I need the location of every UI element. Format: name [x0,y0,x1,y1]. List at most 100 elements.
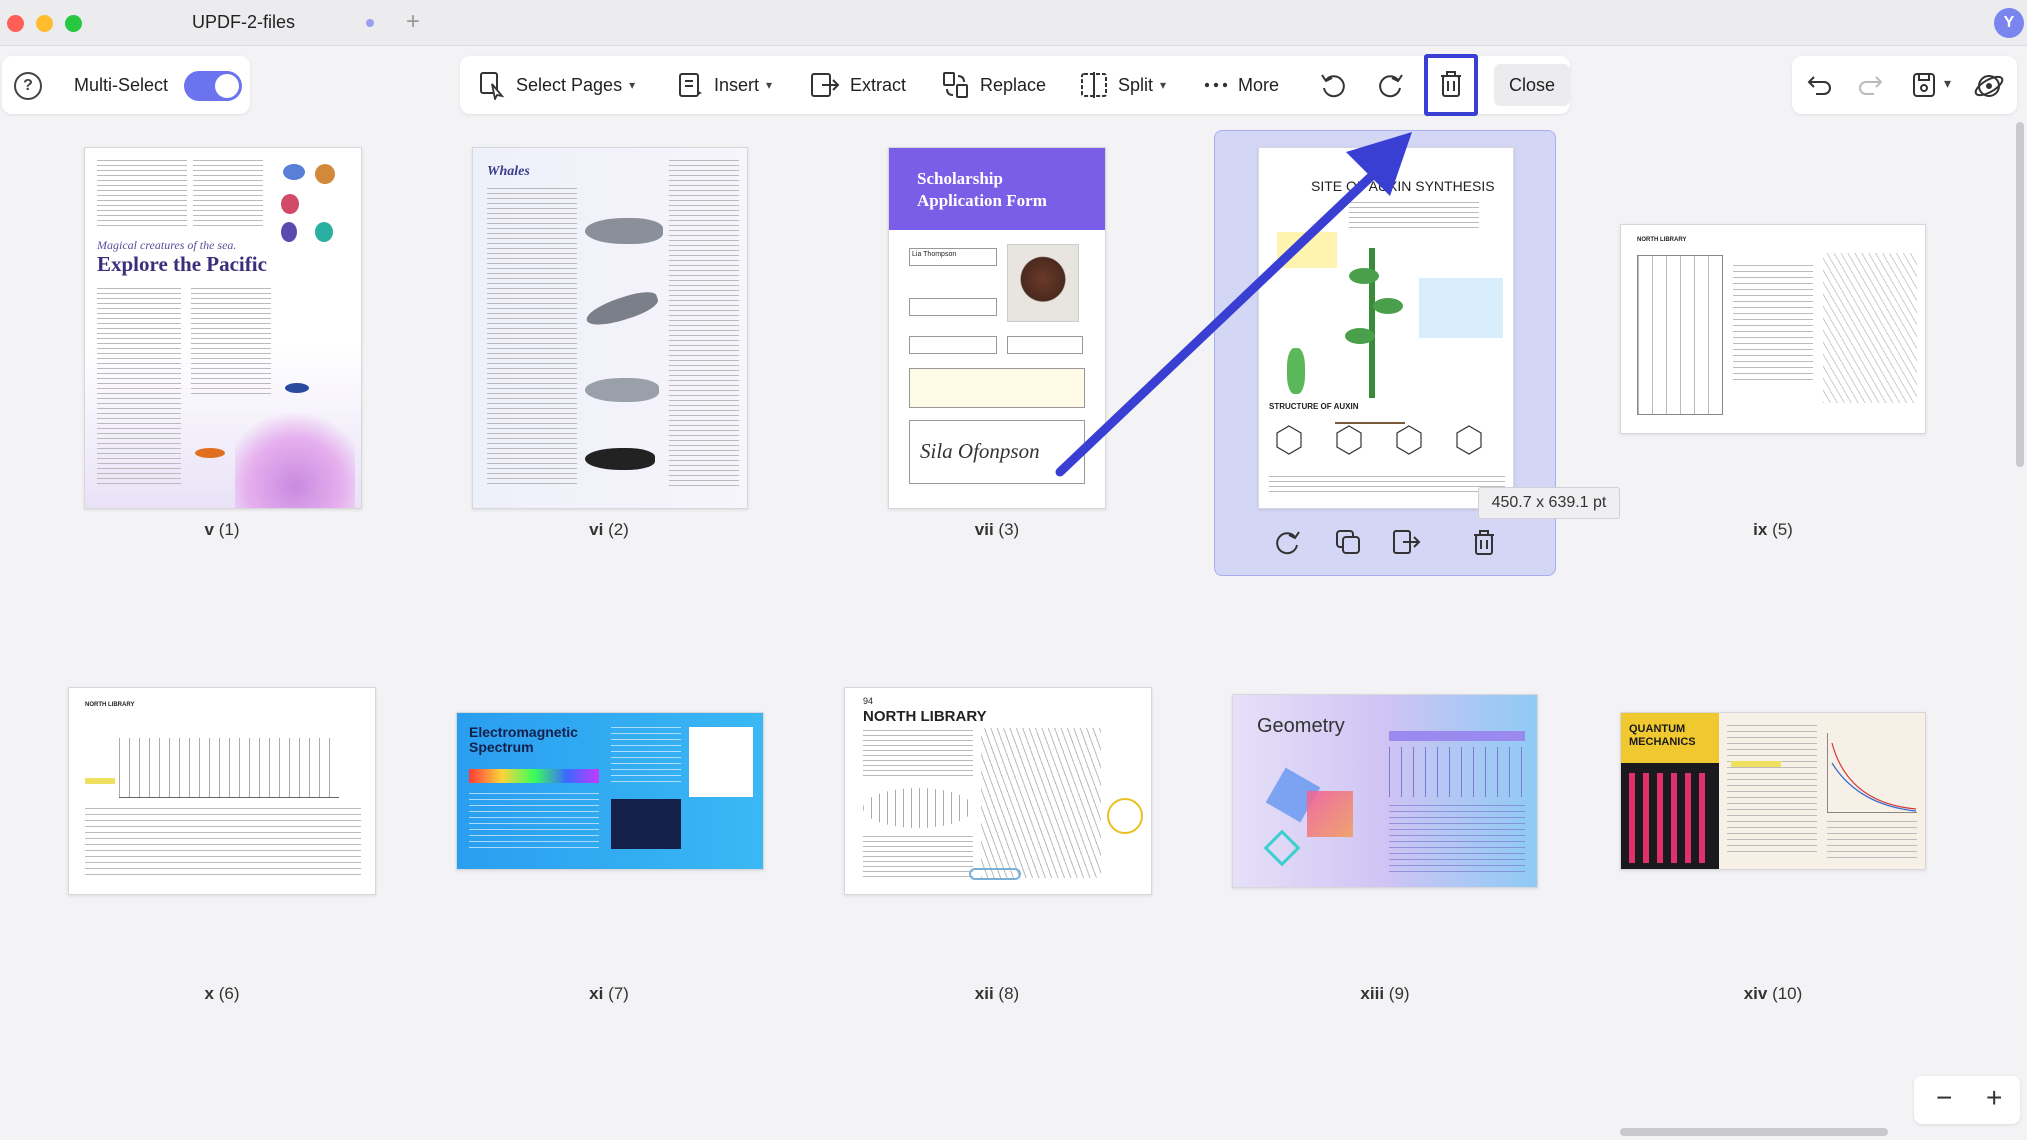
split-button[interactable]: Split ▾ [1080,56,1166,114]
page-number-label: ix (5) [1753,520,1793,539]
text-block [469,793,599,853]
rotate-right-button[interactable] [1376,56,1416,114]
page-heading: SITE OF AUXIN SYNTHESIS [1311,178,1495,194]
ai-assistant-icon[interactable] [1972,69,2006,103]
save-icon[interactable] [1910,70,1938,100]
page-thumbnail[interactable]: NORTH LIBRARY [68,687,376,895]
coral-illustration [275,164,345,244]
close-button[interactable]: Close [1494,64,1570,106]
form-field [909,336,997,354]
duplicate-page-icon[interactable] [1333,527,1363,557]
whale-illustration [583,287,661,331]
chart-graphic [689,727,753,797]
page-thumbnail[interactable]: Whales [472,147,748,509]
page-thumbnail[interactable]: Scholarship Application Form Lia Thompso… [888,147,1106,509]
text-block [1269,476,1505,496]
extract-label: Extract [850,74,907,95]
highlight-note [85,778,115,784]
shape-illustration [1263,829,1301,867]
graph-plot [1827,733,1917,813]
rotate-left-button[interactable] [1318,56,1358,114]
extract-icon [811,73,840,97]
page-heading: QUANTUM MECHANICS [1629,723,1696,748]
replace-icon [943,72,968,98]
select-pages-label: Select Pages [516,74,623,95]
delete-page-button[interactable] [1424,54,1478,116]
chevron-down-icon[interactable]: ▾ [1944,75,1951,92]
page-thumbnail[interactable]: Geometry [1232,694,1538,888]
user-avatar[interactable]: Y [1994,8,2024,38]
text-block [1733,265,1813,385]
signature-box: Sila Ofonpson [909,420,1085,484]
rotate-left-icon [1321,74,1345,98]
text-block [487,188,577,488]
text-block [863,836,973,880]
page-heading: Scholarship Application Form [917,169,1047,210]
insert-page-icon [679,73,702,97]
zoom-window-button[interactable] [65,15,82,32]
text-block [193,160,263,230]
whale-illustration [585,378,659,402]
zoom-out-icon[interactable]: − [1936,1082,1952,1114]
delete-page-icon[interactable] [1469,527,1499,557]
close-window-button[interactable] [7,15,24,32]
text-block [611,727,681,787]
insert-label: Insert [714,74,760,95]
page-heading: NORTH LIBRARY [863,708,987,725]
page-number-label: xiii (9) [1360,984,1410,1003]
page-heading: NORTH LIBRARY [85,702,135,708]
form-field [909,368,1085,408]
extract-page-icon[interactable] [1391,527,1421,557]
label-pill [969,868,1021,880]
page-thumbnail[interactable]: NORTH LIBRARY [1620,224,1926,434]
more-button[interactable]: More [1204,56,1279,114]
multi-select-panel: ? Multi-Select [2,56,250,114]
fish-illustration [285,383,309,393]
horizontal-scrollbar[interactable] [1620,1128,1888,1136]
page-thumbnail[interactable]: SITE OF AUXIN SYNTHESIS STRUCTURE OF AUX… [1258,147,1514,509]
text-block [97,160,187,230]
trash-icon [1441,71,1461,97]
multi-select-label: Multi-Select [74,75,169,95]
split-label: Split [1118,74,1154,95]
undo-icon[interactable] [1806,72,1834,98]
text-block [1389,805,1525,875]
select-pages-button[interactable]: Select Pages ▾ [478,56,635,114]
page-thumbnail[interactable]: Electromagnetic Spectrum [456,712,764,870]
replace-button[interactable]: Replace [942,56,1046,114]
page-number-label: xiv (10) [1743,984,1803,1003]
rotate-page-icon[interactable] [1273,527,1303,557]
multi-select-toggle[interactable] [184,71,242,101]
building-sketch [1823,253,1917,403]
chevron-down-icon: ▾ [766,78,773,92]
zoom-in-icon[interactable]: + [1986,1082,2002,1114]
vertical-scrollbar[interactable] [2016,122,2024,467]
page-number-label: xii (8) [974,984,1020,1003]
form-field [1007,336,1083,354]
question-circle-icon[interactable]: ? [14,72,42,100]
unsaved-dot-icon [366,19,374,27]
signature-text: Sila Ofonpson [920,439,1040,463]
redo-icon[interactable] [1856,72,1884,98]
page-thumbnail[interactable]: QUANTUM MECHANICS [1620,712,1926,870]
text-block [191,288,271,398]
text-block [1727,725,1817,855]
page-heading: Explore the Pacific [97,252,267,276]
replace-label: Replace [980,74,1047,95]
minimize-window-button[interactable] [36,15,53,32]
highlight-note [1419,278,1503,338]
fish-illustration [195,448,225,458]
insert-button[interactable]: Insert ▾ [678,56,772,114]
page-thumbnail[interactable]: Magical creatures of the sea. Explore th… [84,147,362,509]
page-thumbnail[interactable]: 94 NORTH LIBRARY [844,687,1152,895]
title-bar: UPDF-2-files + Y [0,0,2027,46]
leaf-illustration [1373,298,1403,314]
extract-button[interactable]: Extract [810,56,906,114]
page-subheading: Magical creatures of the sea. [97,238,237,252]
document-tab-title[interactable]: UPDF-2-files [192,12,295,33]
new-tab-plus-icon[interactable]: + [406,8,420,36]
more-label: More [1238,74,1280,95]
form-header: Scholarship Application Form [889,148,1105,230]
page-number-label: v (1) [204,520,240,539]
building-section-drawing [119,738,339,798]
